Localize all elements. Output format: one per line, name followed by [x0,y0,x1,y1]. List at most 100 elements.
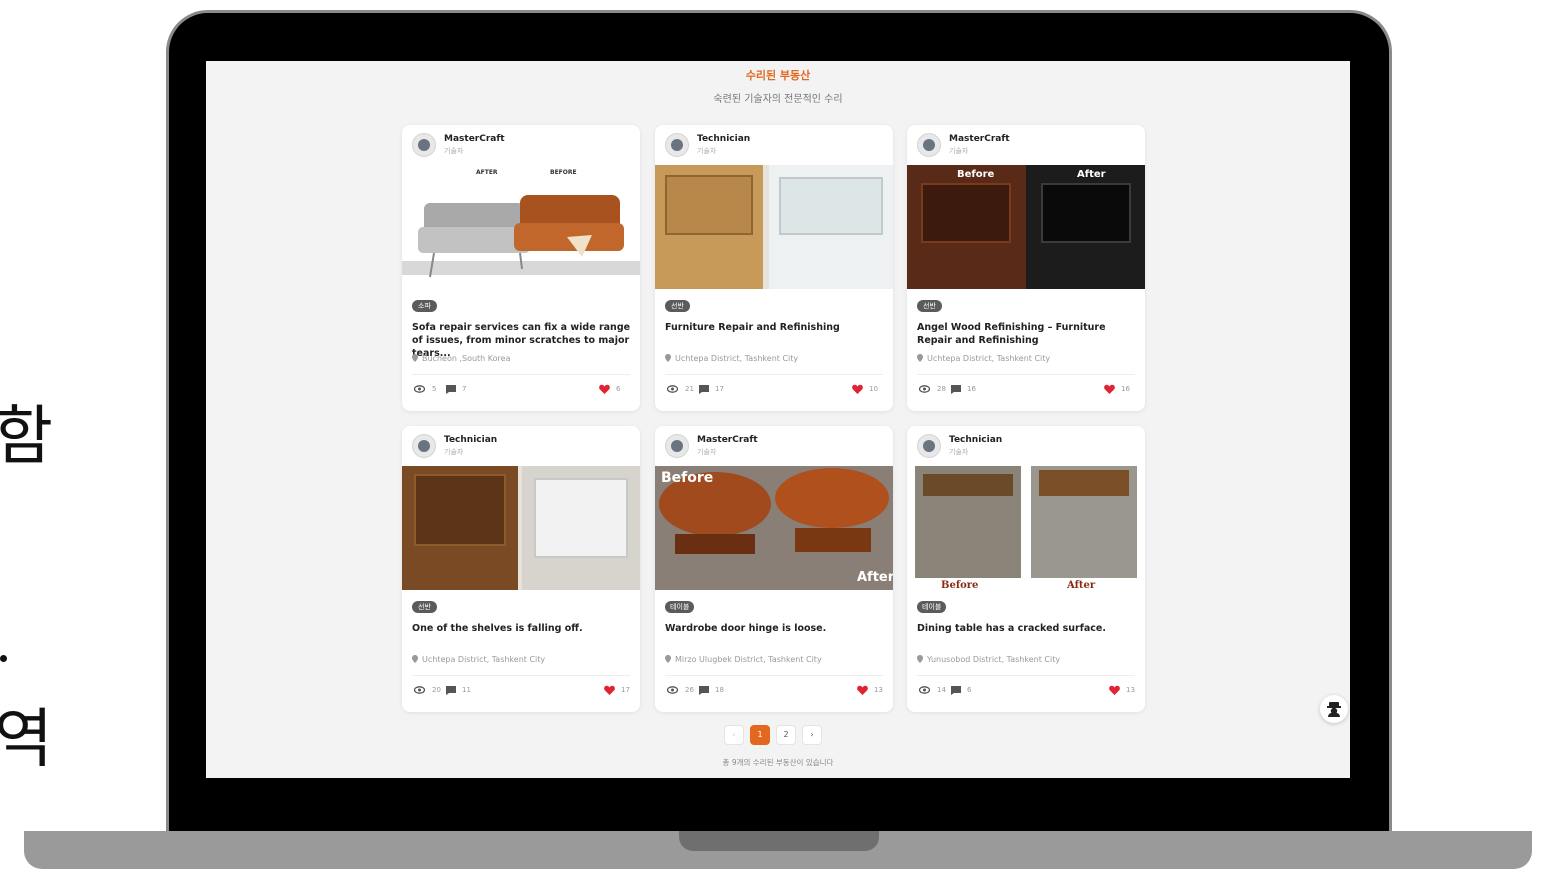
pagination: ‹ 1 2 › [724,725,824,745]
card-author[interactable]: Technician 기술자 [665,133,885,159]
comment-icon [699,686,709,695]
eye-icon [919,686,930,694]
heart-icon[interactable] [1109,685,1120,695]
repair-card[interactable]: Technician 기술자 선반 Furniture Repair and R… [655,125,893,411]
views-count: 21 [685,385,694,393]
before-label: BEFORE [550,169,577,176]
laptop-notch [679,831,879,851]
pin-icon [917,354,923,362]
card-author[interactable]: Technician 기술자 [412,434,632,460]
comments-count: 11 [462,686,471,694]
before-after-photo[interactable] [402,466,640,590]
app-screen: 수리된 부동산 숙련된 기술자의 전문적인 수리 MasterCraft 기술자… [206,61,1350,778]
heart-icon[interactable] [1104,384,1115,394]
card-location: Uchtepa District, Tashkent City [917,354,1050,363]
repair-card[interactable]: MasterCraft 기술자 Before After 선반 Angel Wo… [907,125,1145,411]
card-author[interactable]: MasterCraft 기술자 [917,133,1137,159]
likes-count: 6 [616,385,621,393]
next-page-button[interactable]: › [802,725,822,745]
likes-count: 10 [869,385,878,393]
category-badge: 선반 [412,601,437,613]
eye-icon [667,385,678,393]
author-name: MasterCraft [444,134,505,144]
heart-icon[interactable] [599,384,610,394]
comments-count: 7 [462,385,467,393]
avatar [412,434,436,458]
side-text-bottom: 역 [0,703,53,777]
heart-icon[interactable] [852,384,863,394]
floating-profile-button[interactable] [1320,695,1348,723]
total-count-note: 총 9개의 수리된 부동산이 있습니다 [722,758,834,767]
repair-card[interactable]: MasterCraft 기술자 Before After 테이블 Wardrob… [655,426,893,712]
page-1-button[interactable]: 1 [750,725,770,745]
category-badge: 테이블 [917,601,947,613]
card-author[interactable]: MasterCraft 기술자 [412,133,632,159]
location-text: Uchtepa District, Tashkent City [675,354,799,363]
before-after-photo[interactable]: Before After [907,165,1145,289]
likes-count: 13 [874,686,883,694]
author-role: 기술자 [444,147,464,155]
author-role: 기술자 [697,448,717,456]
author-role: 기술자 [949,448,969,456]
eye-icon [414,686,425,694]
avatar [412,133,436,157]
pin-icon [917,655,923,663]
page-title: 수리된 부동산 [745,69,811,82]
comment-icon [951,686,961,695]
comments-count: 17 [715,385,724,393]
card-stats: 28 16 16 [919,384,1137,396]
before-label: Before [661,470,714,486]
avatar [917,133,941,157]
category-badge: 선반 [917,300,942,312]
location-text: Bucheon ,South Korea [422,354,511,363]
card-title[interactable]: Furniture Repair and Refinishing [665,321,887,334]
user-hat-icon [1327,702,1341,717]
author-role: 기술자 [949,147,969,155]
after-label: After [857,570,893,585]
prev-page-button[interactable]: ‹ [724,725,744,745]
comments-count: 16 [967,385,976,393]
author-role: 기술자 [444,448,464,456]
card-title[interactable]: Wardrobe door hinge is loose. [665,622,887,635]
location-text: Uchtepa District, Tashkent City [422,655,546,664]
comment-icon [951,385,961,394]
side-text-top: 함 [0,400,53,474]
sofa-illustration [402,195,640,278]
avatar [665,434,689,458]
comments-count: 6 [967,686,972,694]
pin-icon [412,354,418,362]
card-author[interactable]: MasterCraft 기술자 [665,434,885,460]
author-name: MasterCraft [949,134,1010,144]
card-title[interactable]: Angel Wood Refinishing – Furniture Repai… [917,321,1139,347]
repair-card[interactable]: Technician 기술자 Before After 테이블 Dining t… [907,426,1145,712]
eye-icon [414,385,425,393]
author-name: Technician [444,435,498,445]
before-after-photo[interactable]: Before After [655,466,893,590]
divider [917,374,1135,375]
repair-card[interactable]: Technician 기술자 선반 One of the shelves is … [402,426,640,712]
page-2-button[interactable]: 2 [776,725,796,745]
pin-icon [412,655,418,663]
before-after-photo[interactable]: AFTER BEFORE [402,165,640,289]
location-text: Mirzo Ulugbek District, Tashkent City [675,655,822,664]
before-after-photo[interactable]: Before After [907,466,1145,590]
divider [412,675,630,676]
category-badge: 소파 [412,300,437,312]
pin-icon [665,354,671,362]
location-text: Yunusobod District, Tashkent City [927,655,1061,664]
before-after-photo[interactable] [655,165,893,289]
card-title[interactable]: Dining table has a cracked surface. [917,622,1139,635]
author-name: Technician [697,134,751,144]
heart-icon[interactable] [857,685,868,695]
card-author[interactable]: Technician 기술자 [917,434,1137,460]
divider [665,374,883,375]
after-label: After [1077,169,1106,180]
repair-card[interactable]: MasterCraft 기술자 AFTER BEFORE 소파 Sofa rep… [402,125,640,411]
card-title[interactable]: One of the shelves is falling off. [412,622,634,635]
card-stats: 26 18 13 [667,685,885,697]
views-count: 20 [432,686,441,694]
card-location: Bucheon ,South Korea [412,354,510,363]
eye-icon [919,385,930,393]
after-label: After [1067,580,1096,590]
heart-icon[interactable] [604,685,615,695]
